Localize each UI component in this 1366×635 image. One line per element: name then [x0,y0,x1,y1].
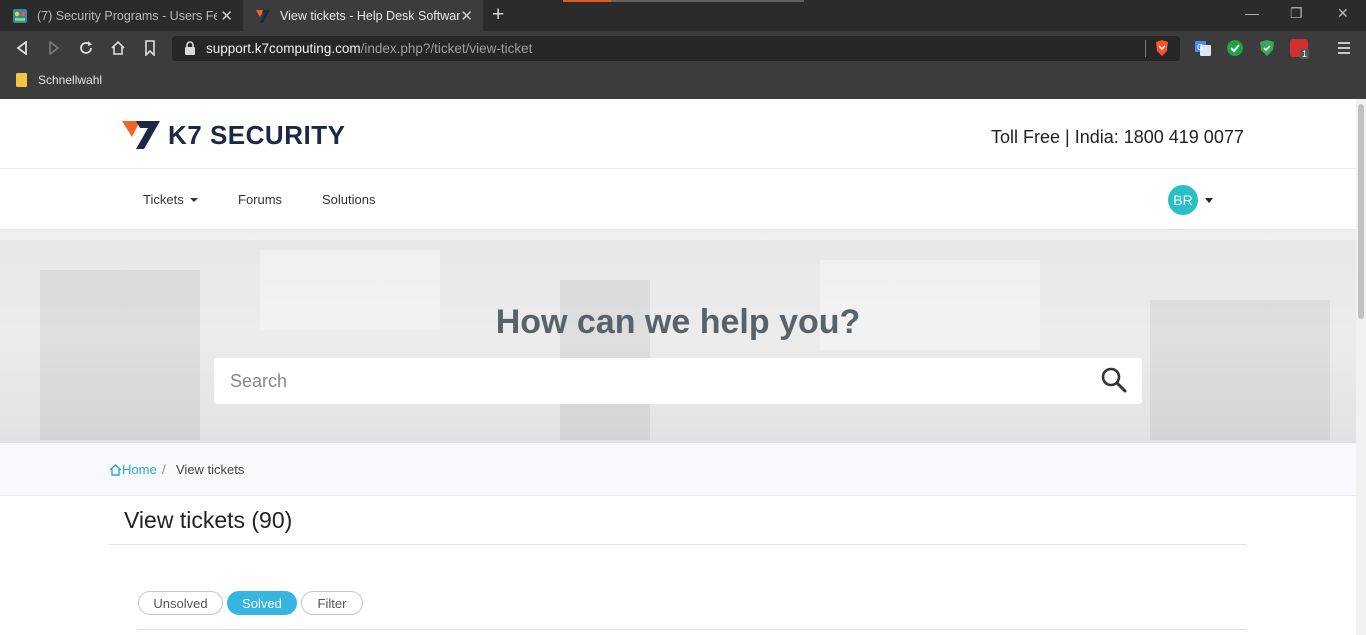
hero-photo-shape [40,270,200,440]
nav-solutions-label: Solutions [322,192,376,207]
restore-window-icon[interactable]: ❐ [1290,5,1303,22]
svg-text:G: G [1197,43,1203,52]
brave-shields-icon[interactable] [1153,39,1171,57]
breadcrumb-home-label: Home [122,462,157,477]
chevron-down-icon [189,197,198,202]
filter-unsolved-button[interactable]: Unsolved [138,591,223,615]
tab-title: View tickets - Help Desk Software [280,8,460,23]
toll-free-number: Toll Free | India: 1800 419 0077 [991,127,1244,147]
minimize-window-icon[interactable]: — [1245,5,1259,21]
search-icon[interactable] [1100,366,1128,394]
page-content: K7 SECURITY Toll Free | India: 1800 419 … [0,99,1356,635]
page-title: View tickets (90) [124,507,293,533]
hero-photo-shape [0,230,1356,240]
logo-text: K7 SECURITY [168,119,346,150]
tab-loading-track [611,0,804,2]
nav-tickets-label: Tickets [143,192,184,207]
lock-icon [185,41,195,55]
tab-title: (7) Security Programs - Users Feedback [37,8,217,23]
filter-solved-button[interactable]: Solved [227,591,297,615]
reload-icon[interactable] [76,38,96,58]
hero-title: How can we help you? [495,303,861,341]
check-extension-icon[interactable] [1226,39,1244,57]
bookmark-icon[interactable] [140,38,160,58]
bookmarks-bar [0,65,1366,99]
user-menu-chevron-icon[interactable] [1205,198,1213,203]
title-divider [109,544,1247,545]
address-text[interactable]: support.k7computing.com/index.php?/ticke… [206,41,532,56]
notification-extension-icon[interactable]: 1 [1290,39,1310,59]
back-icon[interactable] [12,38,32,58]
close-window-icon[interactable]: ✕ [1337,5,1349,22]
home-icon [109,463,122,476]
browser-tab-feedback[interactable]: (7) Security Programs - Users Feedback ✕ [0,0,243,31]
user-avatar[interactable]: BR [1168,185,1198,215]
scrollbar-thumb[interactable] [1358,104,1364,319]
list-divider [137,629,1247,630]
tab-loading-indicator [563,0,611,2]
close-tab-icon[interactable]: ✕ [460,7,473,25]
nav-tickets[interactable]: Tickets [143,192,198,207]
google-translate-icon[interactable]: G [1194,39,1212,57]
hero-banner: How can we help you? [0,230,1356,443]
nav-forums[interactable]: Forums [238,192,282,207]
nav-solutions[interactable]: Solutions [322,192,375,207]
url-host: support.k7computing.com [206,41,361,56]
shield-extension-icon[interactable] [1258,39,1276,57]
filter-button[interactable]: Filter [301,591,363,615]
site-header: K7 SECURITY Toll Free | India: 1800 419 … [0,99,1356,169]
k7-logo[interactable]: K7 SECURITY [122,119,345,151]
forward-icon[interactable] [44,38,64,58]
breadcrumb-home[interactable]: Home [109,462,157,477]
nav-forums-label: Forums [238,192,283,207]
breadcrumb-separator: / [162,462,166,477]
search-input[interactable] [214,358,1142,404]
home-icon[interactable] [108,38,128,58]
new-tab-icon[interactable]: + [492,3,504,27]
close-tab-icon[interactable]: ✕ [220,7,233,25]
breadcrumb-current: View tickets [176,462,245,477]
main-navigation: Tickets Forums Solutions [0,170,1356,230]
extension-badge: 1 [1300,49,1310,59]
bookmark-speed-dial[interactable]: Schnellwahl [38,73,102,87]
address-bar-divider [1145,40,1146,57]
browser-tab-view-tickets[interactable]: View tickets - Help Desk Software ✕ [243,0,483,31]
menu-icon[interactable] [1334,38,1354,58]
folder-icon [16,73,27,87]
k7-logo-mark-icon [122,121,160,149]
forum-favicon-icon [13,8,27,23]
url-path: /index.php?/ticket/view-ticket [360,41,533,56]
breadcrumb: Home / View tickets [0,443,1356,496]
browser-tab-bar: (7) Security Programs - Users Feedback ✕… [0,0,1366,31]
k7-favicon-icon [256,9,270,23]
